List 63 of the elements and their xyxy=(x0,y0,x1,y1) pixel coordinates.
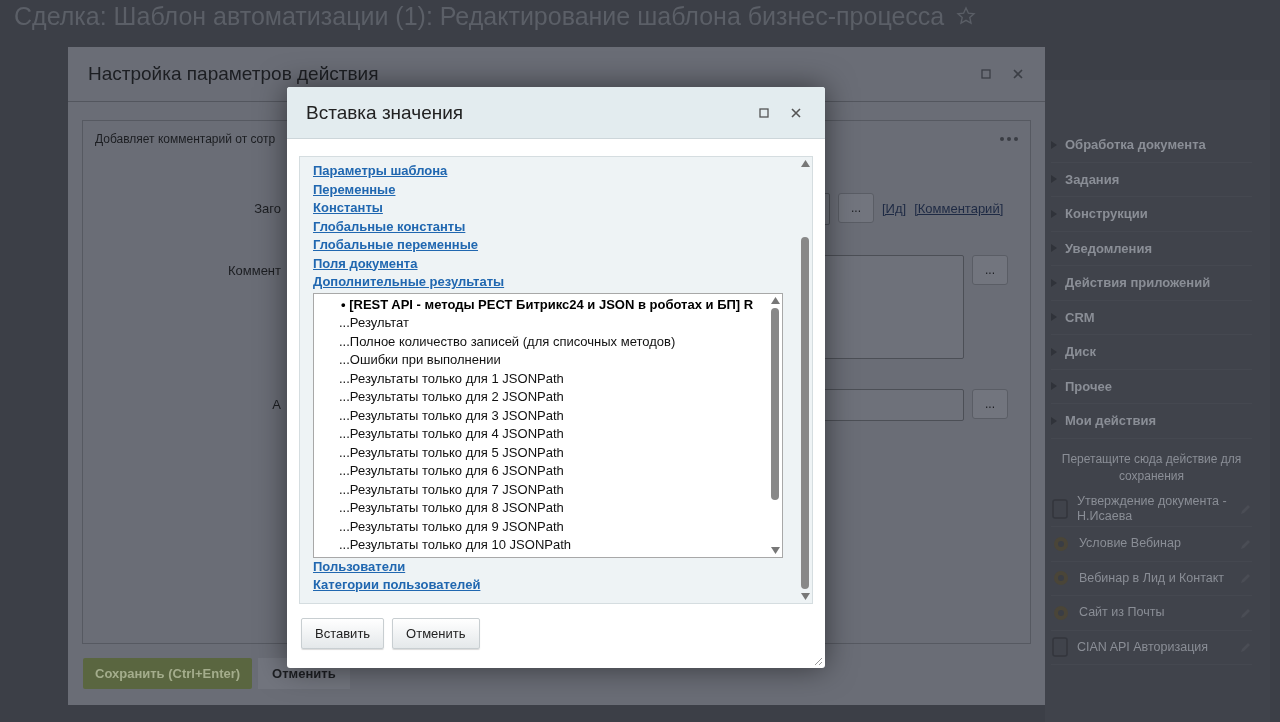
saved-action[interactable]: CIAN API Авторизация xyxy=(1051,630,1252,665)
star-icon[interactable] xyxy=(956,6,977,26)
section-link[interactable]: Переменные xyxy=(313,180,396,199)
insert-value-button[interactable]: ... xyxy=(972,255,1008,285)
resize-grip-icon[interactable] xyxy=(813,656,823,666)
field-label: Заго xyxy=(253,200,281,216)
close-icon[interactable] xyxy=(791,107,801,118)
scroll-down-icon[interactable] xyxy=(800,593,810,600)
insert-value-button[interactable]: ... xyxy=(972,389,1008,419)
section-link[interactable]: Параметры шаблона xyxy=(313,162,448,181)
section-link[interactable]: Пользователи xyxy=(313,557,406,576)
drop-hint: Перетащите сюда действие для сохранения xyxy=(1060,450,1243,485)
field-link[interactable]: [Комментарий] xyxy=(914,193,1004,216)
field-label: Коммент xyxy=(226,262,281,278)
list-option[interactable]: ...Результаты только для 6 JSONPath xyxy=(339,462,768,481)
saved-action[interactable]: Вебинар в Лид и Контакт xyxy=(1051,561,1252,596)
maximize-icon[interactable] xyxy=(981,69,991,79)
scrollbar[interactable] xyxy=(798,157,812,603)
section-link[interactable]: Константы xyxy=(313,199,383,218)
list-group-title: • [REST API - методы РЕСТ Битрикс24 и JSON в роботах и БП] R xyxy=(340,295,755,314)
saved-action[interactable]: Утверждение документа - Н.Исаева xyxy=(1051,492,1252,527)
action-group[interactable]: Обработка документа xyxy=(1051,128,1252,163)
list-option[interactable]: ...Результаты только для 8 JSONPath xyxy=(339,499,768,518)
list-option[interactable]: ...Полное количество записей (для списочных методов) xyxy=(339,332,768,351)
more-icon[interactable] xyxy=(1000,137,1018,141)
action-group[interactable]: Уведомления xyxy=(1051,231,1252,266)
save-button[interactable]: Сохранить (Ctrl+Enter) xyxy=(83,658,253,689)
action-group[interactable]: Диск xyxy=(1051,335,1252,370)
list-option[interactable]: ...Ошибки при выполнении xyxy=(339,351,768,370)
scroll-down-icon[interactable] xyxy=(770,546,780,554)
action-group[interactable]: Мои действия xyxy=(1051,404,1252,439)
action-group[interactable]: Конструкции xyxy=(1051,197,1252,232)
action-description: Добавляет комментарий от сотр xyxy=(95,132,276,146)
maximize-icon[interactable] xyxy=(759,107,769,118)
list-option[interactable]: ...Результаты только для 1 JSONPath xyxy=(339,369,768,388)
dialog-title: Настройка параметров действия xyxy=(88,63,379,85)
insert-button[interactable]: Вставить xyxy=(301,618,385,649)
list-option[interactable]: ...Результаты только для 7 JSONPath xyxy=(339,480,768,499)
section-link[interactable]: Поля документа xyxy=(313,254,418,273)
field-label: А xyxy=(271,396,281,412)
action-group[interactable]: Действия приложений xyxy=(1051,266,1252,301)
dialog-title: Вставка значения xyxy=(306,101,464,124)
cancel-button[interactable]: Отменить xyxy=(392,618,480,649)
section-link[interactable]: Глобальные константы xyxy=(313,217,466,236)
section-link[interactable]: Глобальные переменные xyxy=(313,236,479,255)
action-group[interactable]: Прочее xyxy=(1051,369,1252,404)
list-option[interactable]: ...Результаты только для 4 JSONPath xyxy=(339,425,768,444)
list-option[interactable]: ...Результаты только для 10 JSONPath xyxy=(339,536,768,555)
list-option[interactable]: ...Результаты только для 2 JSONPath xyxy=(339,388,768,407)
list-option[interactable]: ...Результаты только для 5 JSONPath xyxy=(339,443,768,462)
saved-action[interactable]: Сайт из Почты xyxy=(1051,596,1252,631)
action-group[interactable]: Задания xyxy=(1051,162,1252,197)
field-link[interactable]: [Ид] xyxy=(882,193,907,216)
list-option[interactable]: ...Результаты только для 3 JSONPath xyxy=(339,406,768,425)
action-group[interactable]: CRM xyxy=(1051,300,1252,335)
scroll-up-icon[interactable] xyxy=(800,160,810,167)
scroll-up-icon[interactable] xyxy=(770,296,780,304)
section-link[interactable]: Дополнительные результаты xyxy=(313,273,505,292)
list-option[interactable]: ...Результаты только для 9 JSONPath xyxy=(339,517,768,536)
insert-value-button[interactable]: ... xyxy=(838,193,874,223)
saved-action[interactable]: Условие Вебинар xyxy=(1051,527,1252,562)
list-option[interactable]: ...Результат xyxy=(339,314,768,333)
section-link[interactable]: Категории пользователей xyxy=(313,576,481,595)
